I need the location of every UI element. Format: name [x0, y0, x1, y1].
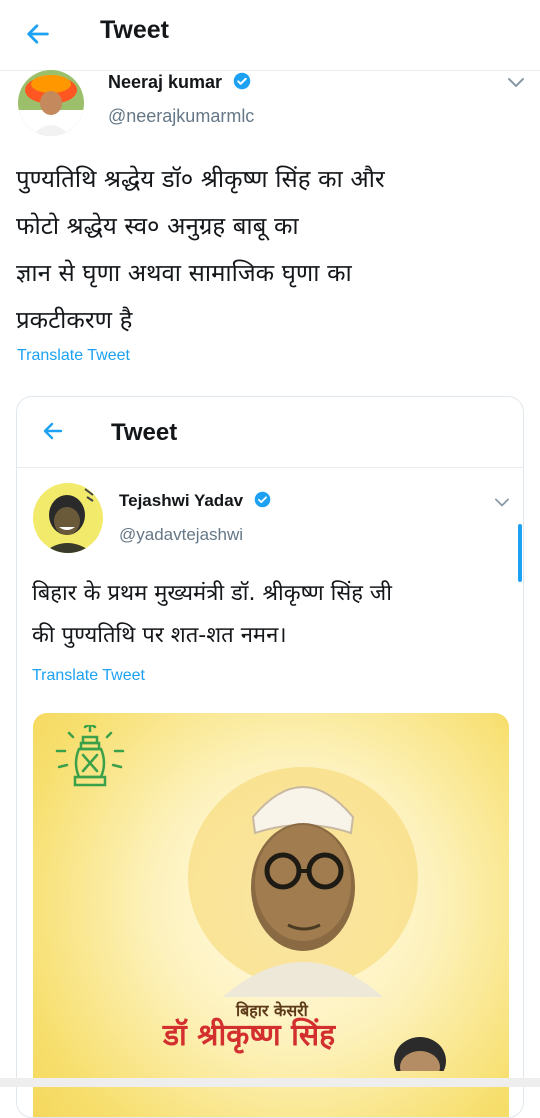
translate-tweet-link[interactable]: Translate Tweet — [17, 347, 130, 365]
author-name-text[interactable]: Neeraj kumar — [108, 72, 222, 92]
tweet-text-line: प्रकटीकरण है — [16, 306, 133, 334]
tweet-text-line: ज्ञान से घृणा अथवा सामाजिक घृणा का — [16, 259, 352, 287]
embedded-author-name-text: Tejashwi Yadav — [119, 491, 244, 510]
chevron-down-icon[interactable] — [506, 74, 526, 90]
top-header: Tweet — [0, 0, 540, 71]
embedded-title: Tweet — [111, 419, 178, 446]
chevron-down-icon — [495, 498, 509, 507]
verified-badge-icon — [233, 72, 251, 90]
tweet-text-line: फोटो श्रद्धेय स्व० अनुग्रह बाबू का — [16, 212, 299, 240]
embedded-author-name: Tejashwi Yadav — [119, 491, 271, 511]
tweet-text-line: बिहार के प्रथम मुख्यमंत्री डॉ. श्रीकृष्ण… — [32, 581, 392, 606]
verified-badge-icon — [254, 491, 271, 508]
author-name[interactable]: Neeraj kumar — [108, 72, 251, 93]
back-arrow-icon — [43, 422, 63, 440]
poster-title: डॉ श्रीकृष्ण सिंह — [163, 1018, 336, 1053]
inset-portrait — [394, 1037, 446, 1071]
scroll-indicator[interactable] — [518, 524, 522, 582]
embedded-header: Tweet — [17, 397, 523, 468]
avatar — [33, 483, 103, 553]
back-arrow-icon[interactable] — [24, 20, 52, 48]
tweet-text: पुण्यतिथि श्रद्धेय डॉ० श्रीकृष्ण सिंह का… — [16, 156, 385, 344]
author-handle[interactable]: @neerajkumarmlc — [108, 106, 254, 127]
embedded-author-handle: @yadavtejashwi — [119, 525, 244, 544]
tweet-text-line: पुण्यतिथि श्रद्धेय डॉ० श्रीकृष्ण सिंह का… — [16, 165, 385, 193]
portrait-illustration — [188, 767, 418, 997]
tweet-text-line: की पुण्यतिथि पर शत-शत नमन। — [32, 623, 287, 648]
embedded-tweet-image[interactable]: Tweet Tejashwi Yadav @yadavtejashwi बिहा… — [16, 396, 524, 1118]
bottom-bar — [0, 1078, 540, 1087]
lantern-icon — [55, 725, 125, 787]
avatar[interactable] — [18, 70, 84, 136]
page-title: Tweet — [100, 16, 169, 44]
poster-image: बिहार केसरी डॉ श्रीकृष्ण सिंह — [33, 713, 509, 1117]
embedded-tweet-text: बिहार के प्रथम मुख्यमंत्री डॉ. श्रीकृष्ण… — [32, 573, 392, 657]
embedded-translate-link: Translate Tweet — [32, 667, 145, 684]
